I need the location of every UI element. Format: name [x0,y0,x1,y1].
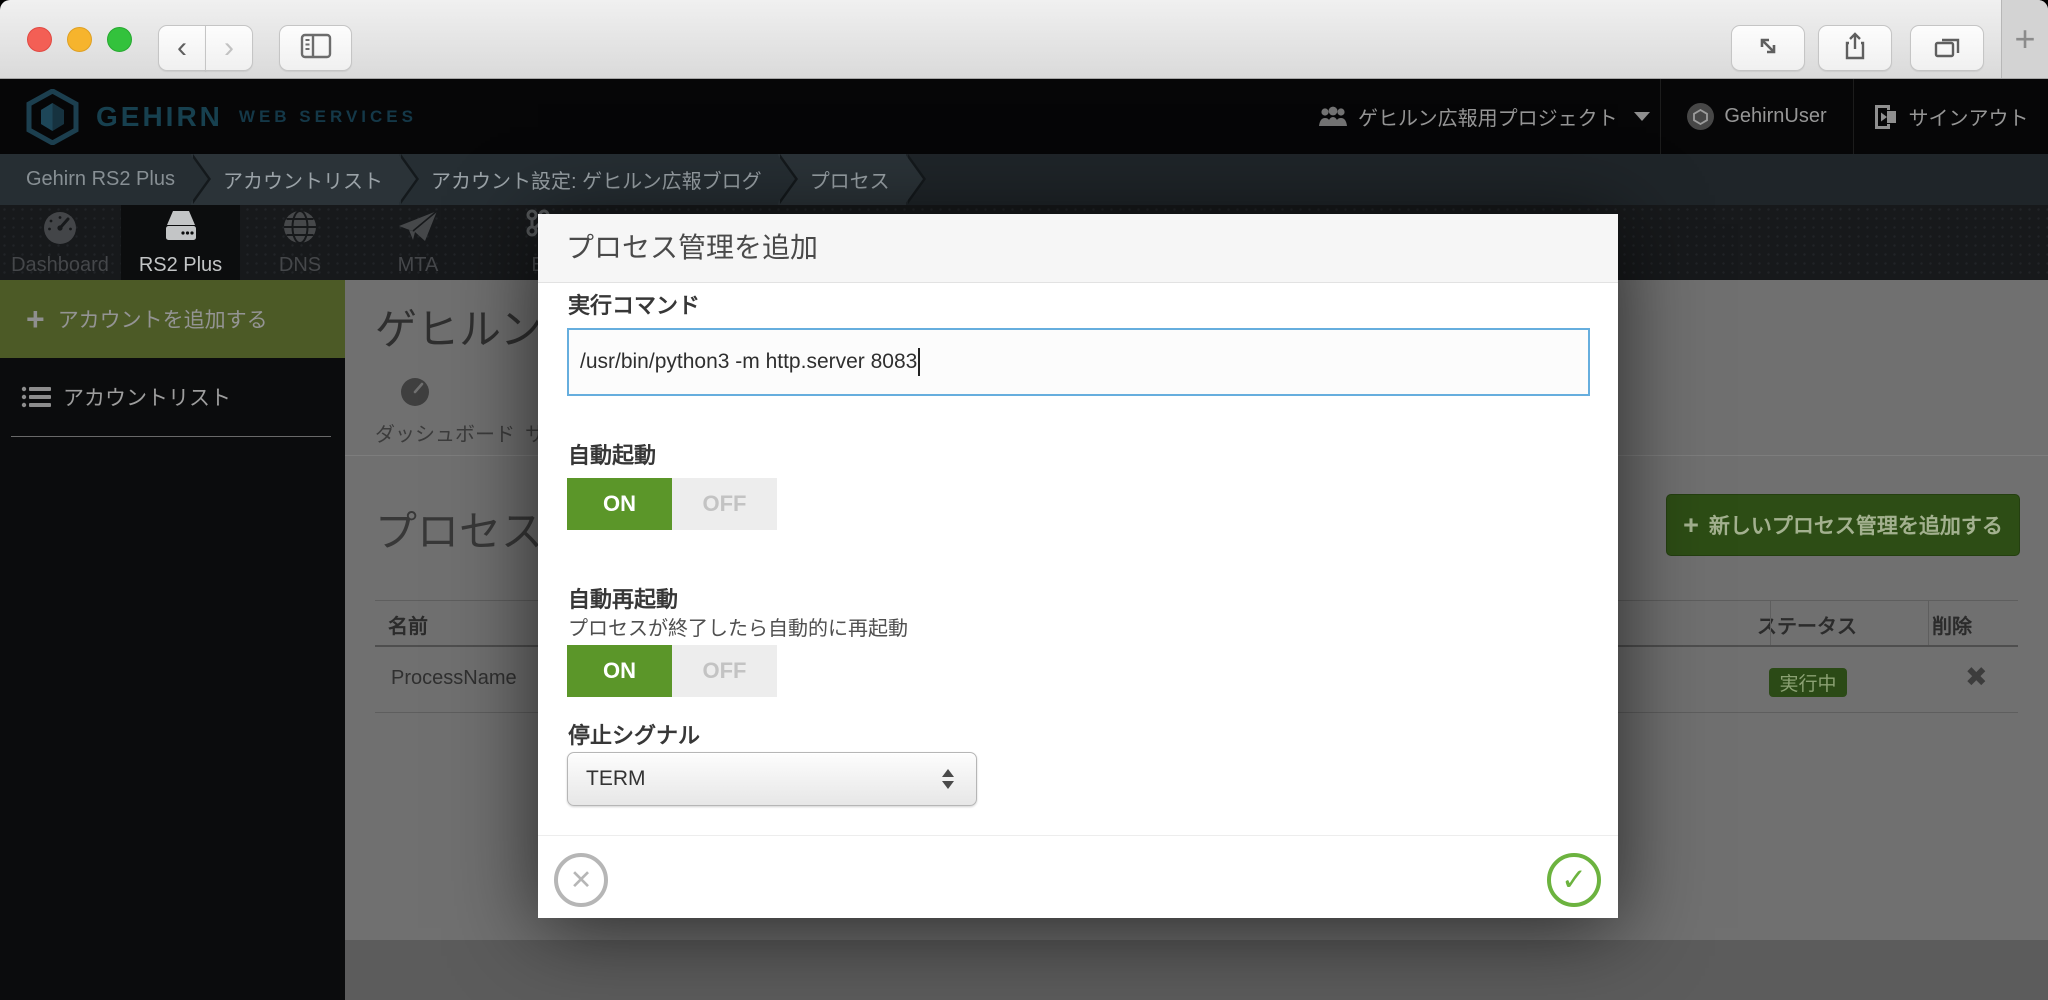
paper-plane-icon [397,209,439,251]
breadcrumb-item-account-list[interactable]: アカウントリスト [191,154,399,205]
back-button[interactable]: ‹ [158,25,206,71]
add-process-button-label: 新しいプロセス管理を追加する [1709,510,2003,540]
command-label: 実行コマンド [568,288,700,320]
column-header-delete: 削除 [1932,610,1972,639]
tabs-overview-button[interactable] [1910,25,1984,71]
nav-item-dns[interactable]: DNS [240,205,360,280]
autorestart-off[interactable]: OFF [672,645,777,697]
fullscreen-button[interactable] [1731,25,1805,71]
sidebar-item-label: アカウントを追加する [58,304,268,334]
username-label: GehirnUser [1724,105,1826,128]
gehirn-logo-icon [26,89,79,150]
nav-label: MTA [398,254,439,277]
share-button[interactable] [1818,25,1892,71]
plus-icon: + [2014,18,2035,60]
nav-label: DNS [279,254,321,277]
window-close-button[interactable] [27,27,52,52]
confirm-button[interactable]: ✓ [1547,853,1601,907]
brand-suffix: WEB SERVICES [239,107,417,127]
screen: ‹ › + GEHIRN WEB SE [0,0,2048,1000]
tabs-icon [1933,33,1961,64]
signout-button[interactable]: サインアウト [1852,79,2048,154]
window-minimize-button[interactable] [67,27,92,52]
avatar [1687,103,1714,130]
command-value: /usr/bin/python3 -m http.server 8083 [580,350,917,374]
globe-icon [280,209,320,251]
user-menu[interactable]: GehirnUser [1660,79,1854,154]
text-caret [918,348,920,376]
modal-title: プロセス管理を追加 [566,214,1618,282]
plus-icon: + [1683,510,1699,541]
breadcrumb-item-account-settings[interactable]: アカウント設定: ゲヒルン広報ブログ [399,154,778,205]
modal-header: プロセス管理を追加 [538,214,1618,283]
column-divider [1770,600,1771,645]
signout-label: サインアウト [1909,102,2029,131]
sidebar-item-account-list[interactable]: アカウントリスト [0,358,345,436]
share-icon [1841,31,1869,66]
nav-label: Dashboard [11,254,109,277]
back-icon: ‹ [177,28,187,68]
forward-button[interactable]: › [205,25,253,71]
window-zoom-button[interactable] [107,27,132,52]
stop-signal-value: TERM [586,767,646,791]
new-tab-button[interactable]: + [2001,0,2048,78]
add-process-button[interactable]: + 新しいプロセス管理を追加する [1666,494,2020,556]
sidebar: + アカウントを追加する アカウントリスト [0,280,345,1000]
process-name-cell: ProcessName [391,667,517,690]
sidebar-item-add-account[interactable]: + アカウントを追加する [0,280,345,358]
forward-icon: › [224,28,234,68]
sidebar-divider [11,436,331,437]
autorestart-on[interactable]: ON [567,645,672,697]
brand-name: GEHIRN [96,101,223,133]
brand[interactable]: GEHIRN WEB SERVICES [96,79,417,154]
column-header-status: ステータス [1757,610,1857,639]
chevron-down-icon [1634,112,1650,121]
sidebar-icon [300,33,332,64]
breadcrumb: Gehirn RS2 Plus アカウントリスト アカウント設定: ゲヒルン広報… [0,154,2048,205]
select-arrows-icon [942,769,954,789]
stop-signal-select[interactable]: TERM [567,752,977,806]
sidebar-item-label: アカウントリスト [63,382,231,412]
browser-toolbar: ‹ › + [0,0,2048,79]
autostart-off[interactable]: OFF [672,478,777,530]
project-menu-label: ゲヒルン広報用プロジェクト [1358,102,1618,131]
project-menu[interactable]: ゲヒルン広報用プロジェクト [1318,79,1660,154]
app-header: GEHIRN WEB SERVICES ゲヒルン広報用プロジェクト Gehirn… [0,79,2048,154]
gauge-icon [40,209,80,251]
close-icon: ✕ [570,865,593,896]
list-icon [21,385,51,409]
breadcrumb-item-rs2plus[interactable]: Gehirn RS2 Plus [0,154,191,205]
column-header-name: 名前 [388,610,428,639]
tab-dashboard[interactable]: ダッシュボード [375,418,515,447]
nav-item-rs2plus[interactable]: RS2 Plus [121,205,240,280]
nav-label: RS2 Plus [139,254,222,277]
project-group-icon [1318,106,1348,128]
server-icon [159,209,203,251]
autostart-label: 自動起動 [568,438,656,470]
autorestart-description: プロセスが終了したら自動的に再起動 [568,612,908,641]
account-heading: ゲヒルン [375,296,542,357]
autostart-toggle[interactable]: ON OFF [567,478,777,530]
column-divider [1928,600,1929,645]
nav-item-dashboard[interactable]: Dashboard [0,205,120,280]
sidebar-toggle-button[interactable] [279,25,352,71]
check-icon: ✓ [1561,862,1587,898]
cancel-button[interactable]: ✕ [554,853,608,907]
autostart-on[interactable]: ON [567,478,672,530]
signout-icon [1872,103,1898,131]
stop-signal-label: 停止シグナル [568,718,700,750]
autorestart-toggle[interactable]: ON OFF [567,645,777,697]
autorestart-label: 自動再起動 [568,582,678,614]
nav-item-mta[interactable]: MTA [358,205,478,280]
fullscreen-icon [1754,32,1782,65]
status-badge: 実行中 [1769,668,1847,697]
section-title: プロセス [375,498,543,559]
dashboard-tab-icon [397,376,433,413]
modal-footer-divider [538,835,1618,836]
add-process-modal: プロセス管理を追加 実行コマンド /usr/bin/python3 -m htt… [538,214,1618,918]
command-input[interactable]: /usr/bin/python3 -m http.server 8083 [567,328,1590,396]
delete-button[interactable]: ✖ [1965,662,1988,693]
